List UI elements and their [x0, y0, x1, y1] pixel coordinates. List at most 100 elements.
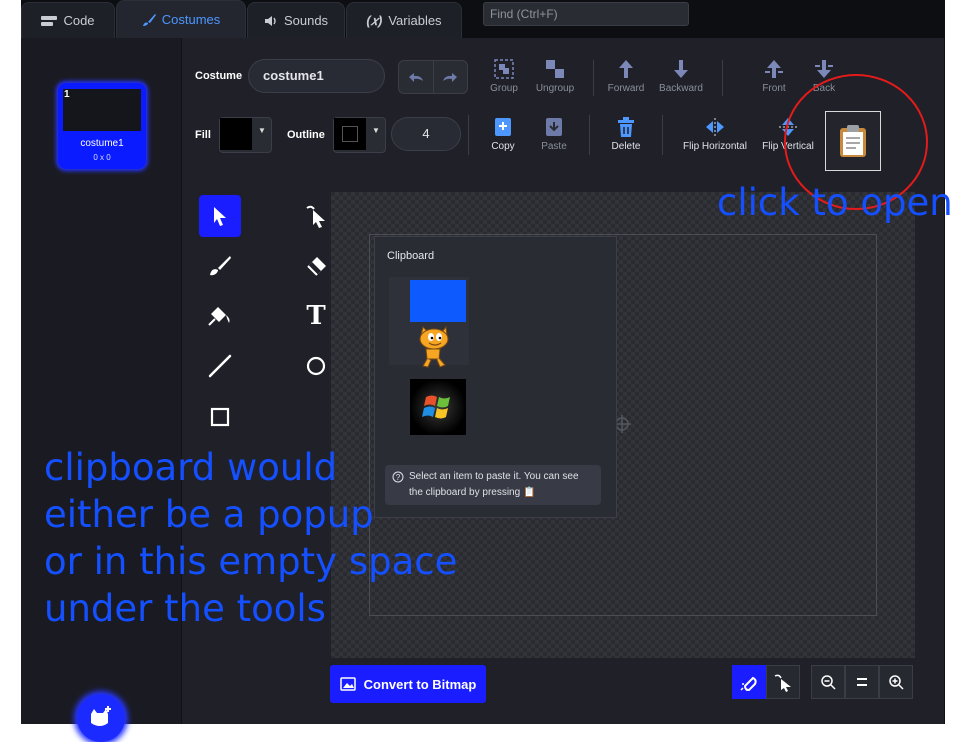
tab-code[interactable]: Code — [21, 2, 115, 38]
ungroup-label: Ungroup — [535, 83, 575, 94]
clipboard-item-windows-logo[interactable] — [410, 379, 466, 435]
paste-label: Paste — [541, 141, 567, 152]
text-t-icon: T — [306, 301, 326, 331]
rectangle-tool[interactable] — [199, 396, 241, 438]
tab-sounds-label: Sounds — [283, 13, 329, 28]
copy-button[interactable]: Copy — [484, 116, 522, 152]
costume-size: 0 x 0 — [93, 153, 111, 162]
group-label: Group — [490, 83, 518, 94]
snap-magnet-button[interactable] — [732, 665, 766, 699]
group-icon — [494, 59, 514, 79]
equals-icon — [857, 678, 867, 686]
clipboard-title: Clipboard — [387, 250, 435, 262]
annotation-click-to-open: click to open — [717, 181, 953, 224]
costume-preview — [63, 89, 141, 131]
convert-to-bitmap-label: Convert to Bitmap — [363, 676, 477, 692]
costume-name: costume1 — [80, 138, 124, 149]
image-icon — [339, 677, 356, 691]
zoom-in-icon — [889, 675, 904, 690]
clipboard-item-blue-rectangle[interactable] — [410, 280, 466, 322]
flip-horizontal-button[interactable]: Flip Horizontal — [678, 116, 752, 152]
tab-code-label: Code — [63, 13, 95, 28]
line-tool[interactable] — [199, 345, 241, 387]
convert-to-bitmap-button[interactable]: Convert to Bitmap — [330, 665, 486, 703]
fill-color-picker[interactable]: ▼ — [219, 117, 272, 153]
zoom-reset-button[interactable] — [845, 665, 879, 699]
delete-button[interactable]: Delete — [606, 116, 646, 152]
fill-tool[interactable] — [199, 295, 241, 337]
speaker-icon — [264, 15, 276, 26]
paintbrush-icon — [142, 13, 156, 26]
tab-bar: Code Costumes Sounds (𝑥) Variables Find … — [21, 0, 945, 38]
zoom-out-button[interactable] — [811, 665, 845, 699]
brush-tool[interactable] — [199, 245, 241, 287]
divider — [589, 115, 590, 155]
divider — [722, 60, 723, 96]
forward-label: Forward — [607, 83, 645, 94]
outline-swatch-inner — [342, 126, 358, 142]
reshape-pointer-icon — [306, 205, 325, 228]
chevron-down-icon: ▼ — [258, 126, 266, 135]
code-blocks-icon — [41, 15, 58, 26]
cat-plus-icon — [91, 706, 111, 726]
forward-icon — [619, 60, 633, 78]
undo-icon — [408, 73, 423, 82]
undo-button[interactable] — [399, 61, 434, 93]
backward-button[interactable]: Backward — [655, 58, 707, 94]
ungroup-button[interactable]: Ungroup — [531, 58, 579, 94]
clipboard-small-icon: 📋 — [522, 487, 536, 498]
fill-swatch — [220, 118, 252, 150]
costume-number: 1 — [64, 89, 70, 100]
annotation-clipboard-note: clipboard would either be a popup or in … — [44, 444, 457, 632]
paste-button[interactable]: Paste — [534, 116, 574, 152]
annotation-line: under the tools — [44, 587, 326, 630]
backward-icon — [674, 60, 688, 78]
annotation-line: or in this empty space — [44, 540, 458, 583]
clipboard-item-scratch-cat[interactable] — [413, 325, 453, 369]
costume-thumbnail[interactable]: 1 costume1 0 x 0 — [58, 83, 146, 169]
tab-variables[interactable]: (𝑥) Variables — [346, 2, 462, 38]
tab-variables-label: Variables — [388, 13, 442, 28]
backward-label: Backward — [659, 83, 703, 94]
paint-bucket-icon — [208, 307, 230, 326]
forward-button[interactable]: Forward — [603, 58, 649, 94]
costume-name-input[interactable]: costume1 — [248, 59, 385, 93]
tab-costumes-label: Costumes — [161, 12, 221, 27]
divider — [468, 115, 469, 155]
windows-logo-icon — [410, 379, 466, 435]
outline-label: Outline — [287, 129, 325, 141]
outline-width-input[interactable]: 4 — [391, 117, 461, 151]
rectangle-icon — [210, 407, 230, 427]
reshape-snap-button[interactable] — [766, 665, 800, 699]
magnet-icon — [740, 676, 757, 692]
eraser-icon — [307, 257, 326, 276]
tab-sounds[interactable]: Sounds — [247, 2, 345, 38]
line-icon — [208, 354, 232, 378]
tab-costumes[interactable]: Costumes — [116, 0, 246, 38]
find-input[interactable]: Find (Ctrl+F) — [483, 2, 689, 26]
arrow-pointer-icon — [214, 207, 226, 226]
circle-icon — [306, 356, 326, 376]
brush-icon — [210, 256, 231, 276]
select-tool[interactable] — [199, 195, 241, 237]
costume-label: Costume — [195, 70, 243, 82]
outline-color-picker[interactable]: ▼ — [333, 117, 386, 153]
zoom-in-button[interactable] — [879, 665, 913, 699]
flip-horizontal-label: Flip Horizontal — [683, 141, 747, 152]
copy-icon — [495, 118, 511, 136]
divider — [593, 60, 594, 96]
delete-label: Delete — [611, 141, 641, 152]
node-pointer-icon — [774, 674, 791, 692]
variable-x-icon: (𝑥) — [366, 12, 383, 28]
chevron-down-icon: ▼ — [372, 126, 380, 135]
fill-label: Fill — [195, 129, 211, 141]
copy-label: Copy — [491, 141, 515, 152]
zoom-out-icon — [821, 675, 836, 690]
redo-button[interactable] — [434, 61, 468, 93]
flip-horizontal-icon — [706, 118, 724, 136]
outline-swatch — [334, 118, 366, 150]
group-button[interactable]: Group — [484, 58, 524, 94]
trash-icon — [618, 117, 634, 137]
choose-costume-button[interactable] — [77, 694, 125, 742]
scratch-cat-icon — [419, 325, 449, 368]
